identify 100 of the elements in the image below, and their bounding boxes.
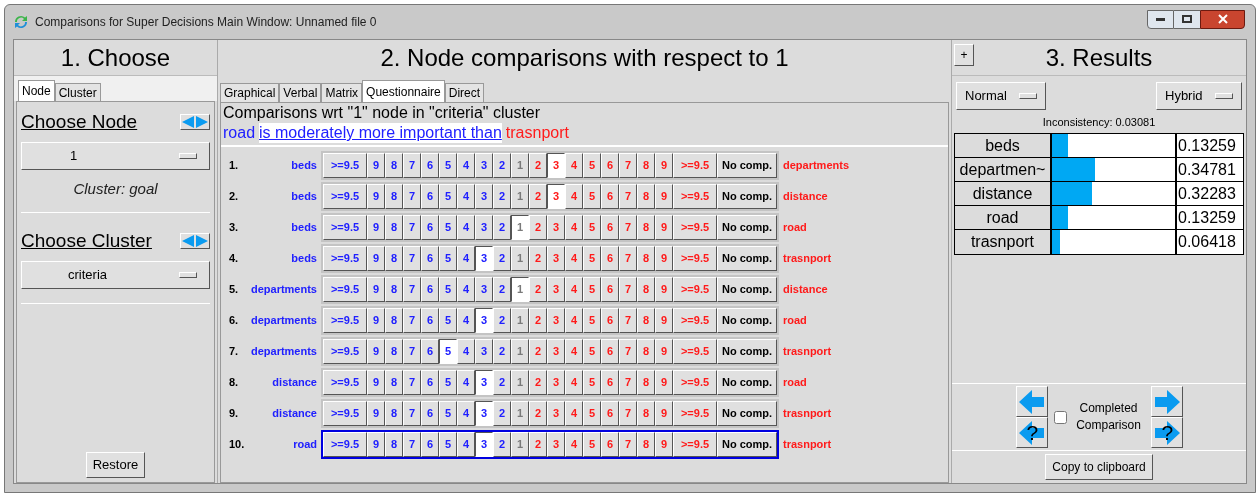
scale-button[interactable]: 5 bbox=[583, 277, 601, 302]
scale-button[interactable]: 7 bbox=[403, 184, 421, 209]
scale-button[interactable]: >=9.5 bbox=[673, 153, 717, 178]
scale-button[interactable]: 9 bbox=[655, 308, 673, 333]
scale-button[interactable]: No comp. bbox=[717, 215, 777, 240]
scale-button[interactable]: 9 bbox=[367, 153, 385, 178]
next-incomplete-button[interactable]: ? bbox=[1150, 417, 1183, 448]
scale-button[interactable]: 8 bbox=[637, 153, 655, 178]
scale-button[interactable]: 5 bbox=[439, 277, 457, 302]
scale-button[interactable]: No comp. bbox=[717, 277, 777, 302]
scale-button[interactable]: 4 bbox=[565, 215, 583, 240]
minimize-button[interactable] bbox=[1147, 9, 1174, 29]
scale-button[interactable]: 9 bbox=[367, 432, 385, 457]
scale-button[interactable]: 8 bbox=[385, 184, 403, 209]
scale-button[interactable]: 7 bbox=[619, 370, 637, 395]
scale-button[interactable]: 3 bbox=[475, 277, 493, 302]
scale-button[interactable]: 3 bbox=[547, 277, 565, 302]
scale-button[interactable]: >=9.5 bbox=[673, 401, 717, 426]
scale-button[interactable]: 6 bbox=[421, 401, 439, 426]
tab[interactable]: Cluster bbox=[54, 83, 101, 101]
scale-button[interactable]: 9 bbox=[655, 277, 673, 302]
scale-button[interactable]: 7 bbox=[619, 432, 637, 457]
restore-button[interactable]: Restore bbox=[85, 452, 146, 478]
scale-button[interactable]: >=9.5 bbox=[673, 215, 717, 240]
scale-button[interactable]: 2 bbox=[529, 401, 547, 426]
scale-button[interactable]: >=9.5 bbox=[323, 215, 367, 240]
scale-button[interactable]: 4 bbox=[457, 370, 475, 395]
scale-button[interactable]: 1 bbox=[511, 153, 529, 178]
copy-button[interactable]: Copy to clipboard bbox=[1045, 454, 1153, 480]
previous-comparison-button[interactable] bbox=[1015, 386, 1048, 417]
scale-button[interactable]: 6 bbox=[421, 308, 439, 333]
scale-button[interactable]: 7 bbox=[403, 153, 421, 178]
scale-button[interactable]: 7 bbox=[619, 339, 637, 364]
scale-button[interactable]: 8 bbox=[385, 401, 403, 426]
scale-button[interactable]: 3 bbox=[547, 308, 565, 333]
scale-button[interactable]: 9 bbox=[367, 339, 385, 364]
scale-button[interactable]: 2 bbox=[529, 153, 547, 178]
tab[interactable]: Questionnaire bbox=[362, 80, 445, 102]
scale-button[interactable]: 8 bbox=[385, 277, 403, 302]
scale-button[interactable]: >=9.5 bbox=[673, 432, 717, 457]
scale-button[interactable]: 2 bbox=[493, 339, 511, 364]
scale-button[interactable]: 4 bbox=[565, 401, 583, 426]
scale-button[interactable]: >=9.5 bbox=[673, 246, 717, 271]
scale-button[interactable]: 7 bbox=[619, 308, 637, 333]
scale-button[interactable]: 6 bbox=[421, 339, 439, 364]
scale-button[interactable]: 8 bbox=[637, 370, 655, 395]
scale-button[interactable]: 7 bbox=[619, 246, 637, 271]
scale-button[interactable]: 8 bbox=[637, 184, 655, 209]
scale-button[interactable]: 4 bbox=[457, 339, 475, 364]
scale-button[interactable]: No comp. bbox=[717, 153, 777, 178]
scale-button[interactable]: 6 bbox=[601, 339, 619, 364]
scale-button[interactable]: 6 bbox=[601, 184, 619, 209]
previous-incomplete-button[interactable]: ? bbox=[1015, 417, 1048, 448]
scale-button[interactable]: >=9.5 bbox=[323, 153, 367, 178]
scale-button[interactable]: 1 bbox=[511, 308, 529, 333]
scale-button[interactable]: No comp. bbox=[717, 432, 777, 457]
scale-button[interactable]: 2 bbox=[493, 153, 511, 178]
scale-button[interactable]: 5 bbox=[439, 432, 457, 457]
scale-button[interactable]: 5 bbox=[583, 339, 601, 364]
scale-button[interactable]: 2 bbox=[529, 339, 547, 364]
scale-button[interactable]: >=9.5 bbox=[323, 370, 367, 395]
scale-button[interactable]: 8 bbox=[637, 277, 655, 302]
scale-button[interactable]: 9 bbox=[655, 370, 673, 395]
scale-button[interactable]: 1 bbox=[511, 432, 529, 457]
scale-button[interactable]: 4 bbox=[457, 184, 475, 209]
scale-button[interactable]: 2 bbox=[493, 184, 511, 209]
scale-button[interactable]: 4 bbox=[565, 277, 583, 302]
scale-button[interactable]: 5 bbox=[583, 308, 601, 333]
scale-button[interactable]: 5 bbox=[439, 184, 457, 209]
tab[interactable]: Verbal bbox=[279, 83, 322, 102]
scale-button[interactable]: 6 bbox=[601, 277, 619, 302]
scale-button[interactable]: 5 bbox=[439, 370, 457, 395]
close-button[interactable] bbox=[1200, 9, 1245, 29]
scale-button[interactable]: 3 bbox=[475, 246, 493, 271]
cluster-dropdown[interactable]: criteria bbox=[21, 260, 210, 289]
scale-button[interactable]: 5 bbox=[583, 401, 601, 426]
scale-button[interactable]: 7 bbox=[403, 339, 421, 364]
scale-button[interactable]: 6 bbox=[601, 215, 619, 240]
scale-button[interactable]: 7 bbox=[403, 246, 421, 271]
scale-button[interactable]: 9 bbox=[367, 246, 385, 271]
scale-button[interactable]: 4 bbox=[565, 308, 583, 333]
scale-button[interactable]: No comp. bbox=[717, 339, 777, 364]
scale-button[interactable]: 6 bbox=[421, 277, 439, 302]
scale-button[interactable]: 3 bbox=[547, 339, 565, 364]
scale-button[interactable]: >=9.5 bbox=[323, 308, 367, 333]
scale-button[interactable]: 3 bbox=[475, 432, 493, 457]
scale-button[interactable]: 3 bbox=[547, 401, 565, 426]
scale-button[interactable]: No comp. bbox=[717, 308, 777, 333]
scale-button[interactable]: 8 bbox=[385, 432, 403, 457]
scale-button[interactable]: 7 bbox=[403, 432, 421, 457]
scale-button[interactable]: 2 bbox=[493, 370, 511, 395]
scale-button[interactable]: 9 bbox=[367, 401, 385, 426]
scale-button[interactable]: 2 bbox=[529, 277, 547, 302]
scale-button[interactable]: 5 bbox=[439, 153, 457, 178]
scale-button[interactable]: >=9.5 bbox=[673, 308, 717, 333]
scale-button[interactable]: 6 bbox=[421, 432, 439, 457]
scale-button[interactable]: 4 bbox=[565, 339, 583, 364]
scale-button[interactable]: >=9.5 bbox=[673, 339, 717, 364]
method-dropdown[interactable]: Hybrid bbox=[1156, 82, 1242, 110]
tab[interactable]: Node bbox=[18, 80, 55, 101]
